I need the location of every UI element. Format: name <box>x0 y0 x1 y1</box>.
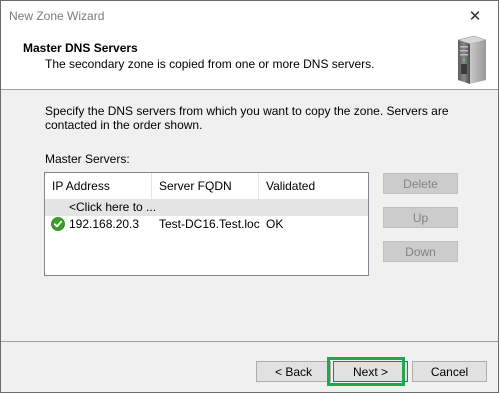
add-server-row[interactable]: <Click here to ... <box>45 199 368 216</box>
delete-button[interactable]: Delete <box>383 173 458 194</box>
instructions-text: Specify the DNS servers from which you w… <box>45 104 449 132</box>
cell-server-fqdn: Test-DC16.Test.loc <box>159 217 260 231</box>
column-header-label: Server FQDN <box>159 179 232 193</box>
table-row[interactable]: 192.168.20.3 Test-DC16.Test.loc OK <box>45 216 368 233</box>
cancel-button[interactable]: Cancel <box>412 361 487 382</box>
master-servers-list[interactable]: IP Address Server FQDN Validated <Click … <box>44 172 369 276</box>
wizard-header: Master DNS Servers The secondary zone is… <box>1 31 498 90</box>
back-button[interactable]: < Back <box>256 361 331 382</box>
new-zone-wizard-window: New Zone Wizard ✕ Master DNS Servers The… <box>0 0 499 393</box>
master-servers-label: Master Servers: <box>45 152 130 166</box>
close-button[interactable]: ✕ <box>452 1 498 31</box>
column-header-validated[interactable]: Validated <box>259 173 369 199</box>
down-button[interactable]: Down <box>383 241 458 262</box>
column-header-label: IP Address <box>52 179 110 193</box>
column-header-label: Validated <box>266 179 316 193</box>
up-button[interactable]: Up <box>383 207 458 228</box>
title-bar: New Zone Wizard ✕ <box>1 1 498 31</box>
page-title: Master DNS Servers <box>23 41 138 55</box>
page-subtitle: The secondary zone is copied from one or… <box>45 57 375 71</box>
next-button[interactable]: Next > <box>333 361 408 382</box>
add-server-placeholder: <Click here to ... <box>69 200 157 214</box>
cell-ip-address: 192.168.20.3 <box>69 217 140 231</box>
server-icon <box>457 35 487 84</box>
check-circle-icon <box>51 217 65 231</box>
footer-divider <box>1 341 498 342</box>
column-header-server-fqdn[interactable]: Server FQDN <box>152 173 259 199</box>
window-title: New Zone Wizard <box>9 9 105 23</box>
cell-validated: OK <box>266 217 284 231</box>
close-icon: ✕ <box>468 7 482 25</box>
column-header-ip-address[interactable]: IP Address <box>45 173 152 199</box>
